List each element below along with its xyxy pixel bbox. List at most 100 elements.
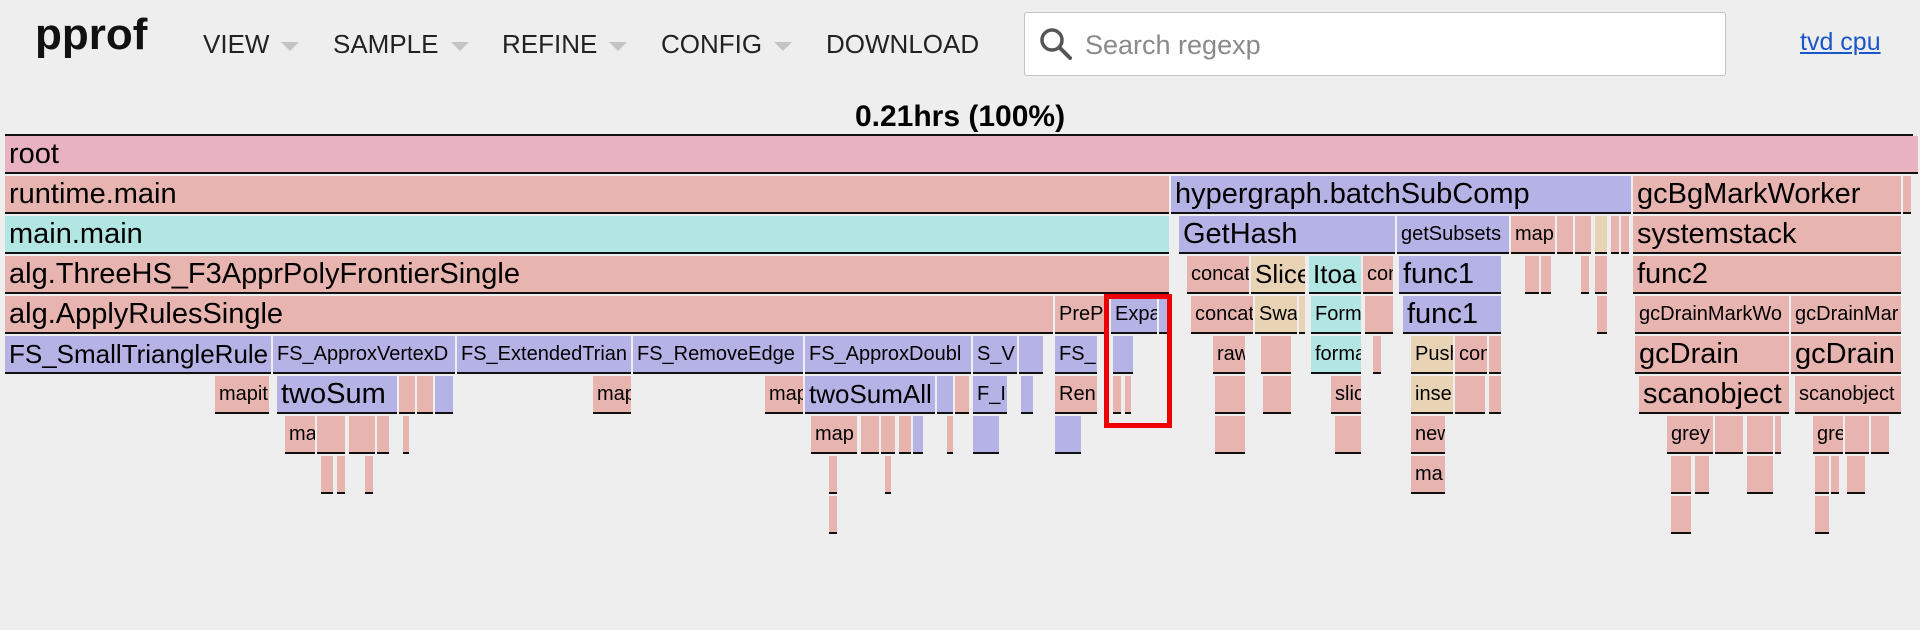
flame-frame[interactable] (1581, 256, 1589, 292)
flame-frame[interactable] (1159, 296, 1167, 332)
flame-frame[interactable] (1365, 296, 1393, 332)
flame-frame[interactable]: F_I (973, 376, 1007, 412)
flame-frame[interactable]: grey (1667, 416, 1713, 452)
flame-frame[interactable] (1215, 416, 1245, 452)
flame-frame[interactable]: twoSum (277, 376, 397, 412)
flame-frame[interactable]: runtime.main (5, 176, 1169, 212)
flame-frame[interactable]: S_V (973, 336, 1017, 372)
flame-frame[interactable] (973, 416, 999, 452)
flame-frame[interactable] (937, 376, 953, 412)
flame-frame[interactable]: gre (1813, 416, 1843, 452)
flame-frame[interactable] (1373, 336, 1381, 372)
flame-frame[interactable]: Form (1311, 296, 1361, 332)
flame-frame[interactable] (349, 416, 375, 452)
flame-frame[interactable] (1775, 416, 1781, 452)
flame-frame[interactable] (1621, 216, 1629, 252)
flame-frame[interactable] (885, 456, 891, 492)
flame-frame[interactable] (1831, 456, 1839, 492)
flame-frame[interactable]: func1 (1403, 296, 1501, 332)
flame-frame[interactable]: getSubsets (1397, 216, 1509, 252)
flame-frame[interactable] (321, 456, 333, 492)
flame-frame[interactable]: gcBgMarkWorker (1633, 176, 1901, 212)
flame-frame[interactable] (1575, 216, 1591, 252)
flame-frame[interactable] (1299, 296, 1305, 332)
flame-frame[interactable]: gcDrain (1791, 336, 1901, 372)
flame-frame[interactable]: map (1511, 216, 1555, 252)
flame-frame[interactable]: main.main (5, 216, 1169, 252)
flame-frame[interactable] (1611, 216, 1619, 252)
flame-frame[interactable]: Slice (1251, 256, 1305, 292)
flame-frame[interactable]: con (1455, 336, 1487, 372)
flame-frame[interactable] (913, 416, 923, 452)
flame-frame[interactable] (1113, 376, 1121, 412)
flame-frame[interactable]: slic (1331, 376, 1361, 412)
flame-frame[interactable]: PreP (1055, 296, 1109, 332)
flame-frame[interactable]: scanobject (1639, 376, 1789, 412)
flame-frame[interactable] (435, 376, 453, 412)
flame-frame[interactable]: Push (1411, 336, 1453, 372)
flame-frame[interactable] (1489, 336, 1501, 372)
flame-frame[interactable]: Expa (1111, 296, 1157, 332)
flame-frame[interactable] (1525, 256, 1539, 292)
flame-frame[interactable] (1261, 336, 1291, 372)
flame-frame[interactable]: hypergraph.batchSubComp (1171, 176, 1631, 212)
flame-frame[interactable]: gcDrainMar (1791, 296, 1901, 332)
flame-frame[interactable]: FS_ (1055, 336, 1097, 372)
flame-frame[interactable] (1903, 176, 1911, 212)
flame-frame[interactable] (861, 416, 879, 452)
flame-frame[interactable] (317, 416, 345, 452)
flame-frame[interactable] (1455, 376, 1485, 412)
flame-frame[interactable]: twoSumAll (805, 376, 935, 412)
flame-frame[interactable]: Itoa (1309, 256, 1361, 292)
flame-frame[interactable] (829, 456, 837, 492)
flame-frame[interactable]: func2 (1633, 256, 1901, 292)
flame-frame[interactable] (1845, 416, 1869, 452)
flame-frame[interactable] (337, 456, 345, 492)
flame-frame[interactable]: func1 (1399, 256, 1501, 292)
flame-frame[interactable]: map (765, 376, 803, 412)
flame-frame[interactable] (1055, 416, 1081, 452)
flame-frame[interactable] (1715, 416, 1743, 452)
flame-frame[interactable]: FS_RemoveEdge (633, 336, 803, 372)
flame-frame[interactable]: FS_ApproxDoubl (805, 336, 971, 372)
flame-frame[interactable] (1671, 496, 1691, 532)
flame-frame[interactable] (1125, 376, 1131, 412)
flame-frame[interactable] (1557, 216, 1573, 252)
flame-frame[interactable] (1541, 256, 1551, 292)
flame-frame[interactable] (1871, 416, 1889, 452)
flame-frame[interactable]: map (811, 416, 857, 452)
flame-frame[interactable]: scanobject (1795, 376, 1901, 412)
flame-frame[interactable] (1215, 376, 1245, 412)
flame-frame[interactable]: Swa (1255, 296, 1297, 332)
flame-frame[interactable]: forma (1311, 336, 1361, 372)
flame-frame[interactable] (1595, 216, 1607, 252)
flame-frame[interactable] (1815, 456, 1829, 492)
flame-frame[interactable]: systemstack (1633, 216, 1901, 252)
flame-frame[interactable] (365, 456, 373, 492)
flame-frame[interactable] (377, 416, 389, 452)
flame-frame[interactable]: concat (1191, 296, 1253, 332)
flame-frame[interactable]: new (1411, 416, 1445, 452)
flame-frame[interactable] (1747, 456, 1773, 492)
flame-frame[interactable] (417, 376, 433, 412)
flame-frame[interactable] (1847, 456, 1865, 492)
flame-frame[interactable] (899, 416, 911, 452)
flame-frame[interactable]: FS_ExtendedTrian (457, 336, 631, 372)
flame-frame[interactable]: map (593, 376, 631, 412)
flame-frame[interactable]: raw (1213, 336, 1245, 372)
flame-frame[interactable] (947, 416, 953, 452)
flame-frame[interactable] (399, 376, 415, 412)
flame-frame[interactable]: FS_ApproxVertexD (273, 336, 455, 372)
flame-frame[interactable]: mapit (215, 376, 269, 412)
flame-frame[interactable]: Ren (1055, 376, 1097, 412)
flame-frame[interactable] (1021, 376, 1033, 412)
flame-frame[interactable] (1747, 416, 1773, 452)
flame-frame[interactable] (955, 376, 969, 412)
flame-frame[interactable]: GetHash (1179, 216, 1395, 252)
flame-frame[interactable]: ma (285, 416, 315, 452)
flame-frame[interactable] (1113, 336, 1133, 372)
flame-frame[interactable]: gcDrainMarkWo (1635, 296, 1789, 332)
flame-frame[interactable]: con (1363, 256, 1393, 292)
flame-frame[interactable]: inse (1411, 376, 1453, 412)
flame-frame[interactable]: FS_SmallTriangleRule (5, 336, 271, 372)
